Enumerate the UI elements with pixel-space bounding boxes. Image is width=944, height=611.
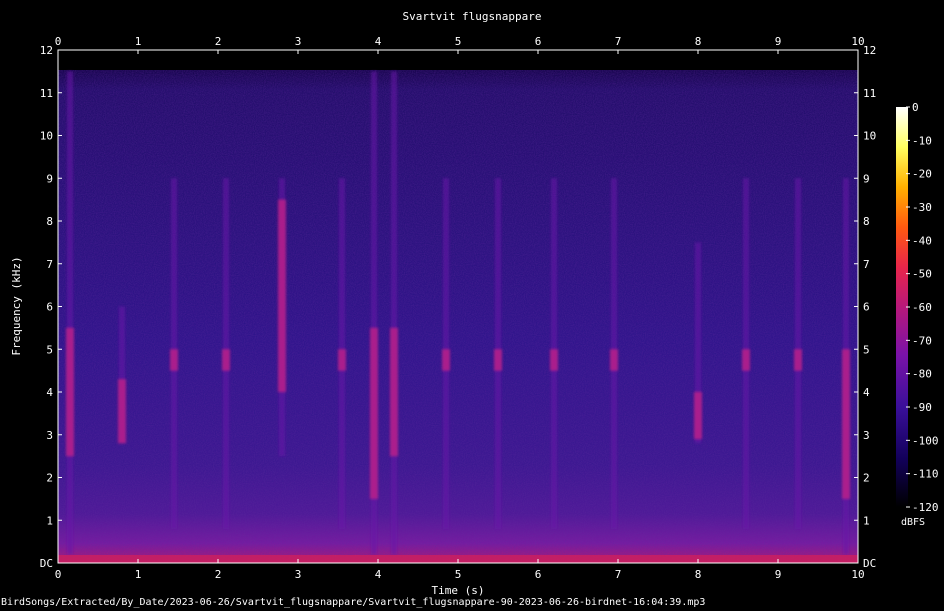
spectrogram-plot [58,50,858,563]
call-peak [610,349,618,371]
call-peak [170,349,178,371]
colorbar-tick-label: -90 [912,401,932,414]
call-peak [390,327,398,457]
call-trace [391,71,397,555]
colorbar-tick-label: -60 [912,301,932,314]
colorbar-tick-label: -30 [912,201,932,214]
x-tick-label-top: 2 [215,35,222,48]
x-tick-label-top: 0 [55,35,62,48]
y-tick-label-left: 6 [46,301,53,314]
y-tick-label-left: 8 [46,215,53,228]
colorbar-tick-label: 0 [912,101,919,114]
y-tick-label-right: 12 [863,44,876,57]
call-peak [794,349,802,371]
noise-grain [58,70,858,563]
colorbar-unit-label: dBFS [901,517,926,528]
x-tick-label-bottom: 6 [535,568,542,581]
x-tick-label-top: 5 [455,35,462,48]
x-tick-label-top: 8 [695,35,702,48]
colorbar: 0 -10 -20 -30 -40 -50 -60 -70 -80 -90 -100 -110 -120 [896,101,939,514]
y-tick-label-left: 2 [46,472,53,485]
x-tick-label-bottom: 9 [775,568,782,581]
colorbar-tick-label: -50 [912,268,932,281]
file-path-footer: BirdSongs/Extracted/By_Date/2023-06-26/S… [1,597,706,608]
y-tick-label-right: 5 [863,343,870,356]
x-axis-label: Time (s) [432,584,485,597]
colorbar-tick-label: -40 [912,234,932,247]
y-tick-label-right: DC [863,557,876,570]
y-tick-label-right: 1 [863,514,870,527]
y-tick-label-left: DC [40,557,53,570]
y-tick-label-left: 9 [46,172,53,185]
y-tick-label-right: 11 [863,87,876,100]
y-tick-label-right: 9 [863,172,870,185]
y-axis-label: Frequency (kHz) [10,256,23,355]
y-tick-label-left: 10 [40,130,53,143]
x-tick-label-bottom: 7 [615,568,622,581]
colorbar-tick-label: -100 [912,434,939,447]
call-peak [842,349,850,499]
y-tick-label-right: 6 [863,301,870,314]
y-tick-label-left: 12 [40,44,53,57]
call-peak [442,349,450,371]
x-tick-label-top: 6 [535,35,542,48]
call-peak [118,379,126,444]
x-tick-label-top: 4 [375,35,382,48]
call-peak [278,199,286,392]
call-peak [222,349,230,371]
x-tick-label-bottom: 4 [375,568,382,581]
x-tick-label-bottom: 2 [215,568,222,581]
y-tick-label-left: 3 [46,429,53,442]
call-peak [66,327,74,457]
y-tick-label-left: 1 [46,514,53,527]
x-tick-label-bottom: 8 [695,568,702,581]
y-tick-label-left: 4 [46,386,53,399]
x-tick-label-top: 1 [135,35,142,48]
colorbar-tick-label: -120 [912,501,939,514]
colorbar-tick-label: -70 [912,334,932,347]
y-tick-label-right: 10 [863,130,876,143]
y-tick-label-right: 4 [863,386,870,399]
spectrogram-svg: 001122334455667788991010DC DC1 12 23 34 45 56 6… [10,35,939,597]
call-peak [694,392,702,440]
x-tick-label-bottom: 1 [135,568,142,581]
y-tick-label-right: 7 [863,258,870,271]
call-peak [550,349,558,371]
y-tick-label-right: 8 [863,215,870,228]
call-peak [742,349,750,371]
y-tick-label-left: 11 [40,87,53,100]
y-tick-label-left: 5 [46,343,53,356]
x-tick-label-top: 7 [615,35,622,48]
y-tick-label-right: 3 [863,429,870,442]
y-tick-label-right: 2 [863,472,870,485]
y-tick-label-left: 7 [46,258,53,271]
x-tick-label-bottom: 5 [455,568,462,581]
colorbar-tick-label: -10 [912,134,932,147]
x-tick-label-top: 3 [295,35,302,48]
colorbar-tick-label: -110 [912,468,939,481]
x-tick-label-top: 9 [775,35,782,48]
call-peak [370,327,378,499]
colorbar-tick-label: -80 [912,368,932,381]
x-tick-label-bottom: 0 [55,568,62,581]
call-peak [338,349,346,371]
call-trace [67,71,73,555]
x-tick-label-bottom: 3 [295,568,302,581]
call-peak [494,349,502,371]
colorbar-tick-label: -20 [912,168,932,181]
